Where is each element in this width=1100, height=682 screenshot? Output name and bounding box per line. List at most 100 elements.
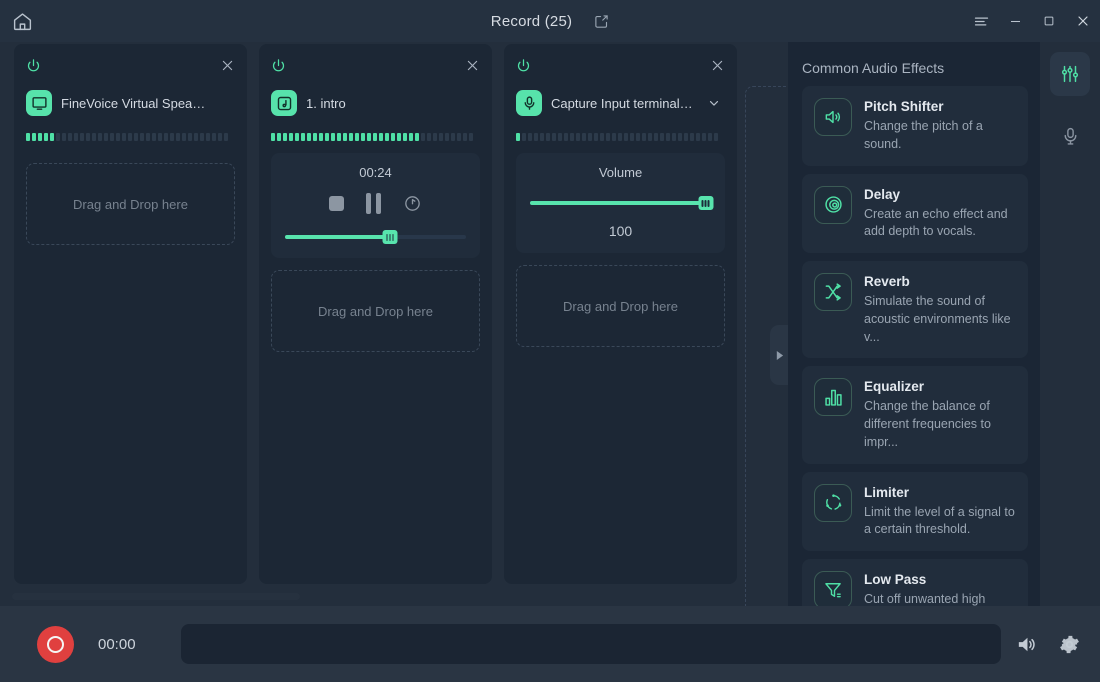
power-icon [272, 58, 285, 71]
monitor-speaker-icon-box [26, 90, 52, 116]
speaker-wave-icon [825, 110, 841, 124]
waveform-display[interactable] [180, 624, 1001, 664]
volume-button[interactable] [1015, 633, 1038, 656]
microphone-icon-box [516, 90, 542, 116]
close-icon [467, 60, 478, 70]
effect-item-equalizer[interactable]: Equalizer Change the balance of differen… [802, 366, 1028, 464]
panel-source-title: Capture Input terminal (F... [551, 95, 696, 111]
panel-source-title: FineVoice Virtual Speaker [61, 95, 206, 111]
right-rail [1040, 42, 1100, 606]
volume-value: 100 [608, 223, 633, 239]
edit-square-icon [595, 14, 608, 28]
edit-title-button[interactable] [594, 14, 609, 29]
slider-thumb[interactable] [698, 196, 714, 210]
title-bar: Record (25) [0, 0, 1100, 42]
bottom-bar: 00:00 [0, 606, 1100, 682]
slider-thumb[interactable] [382, 230, 398, 244]
source-panel-list: FineVoice Virtual Speaker Drag and Drop … [14, 44, 737, 584]
effect-text: Delay Create an echo effect and add dept… [864, 186, 1018, 242]
shuffle-arrows-icon-box [814, 273, 852, 311]
rail-button-microphone[interactable] [1050, 114, 1090, 158]
effect-item-delay[interactable]: Delay Create an echo effect and add dept… [802, 173, 1028, 253]
player-card: 00:24 [271, 153, 480, 258]
effect-name: Low Pass [864, 572, 927, 587]
record-icon [47, 635, 64, 653]
workspace: FineVoice Virtual Speaker Drag and Drop … [0, 42, 791, 626]
chevron-down-icon [709, 101, 719, 106]
panel-close-button[interactable] [465, 58, 480, 73]
transport-controls [285, 190, 466, 216]
effect-text: Pitch Shifter Change the pitch of a soun… [864, 98, 1018, 154]
drag-drop-zone[interactable]: Drag and Drop here [271, 270, 480, 352]
maximize-button[interactable] [1032, 0, 1066, 42]
panel-header [26, 54, 235, 76]
power-toggle-button[interactable] [516, 58, 531, 73]
loop-button[interactable] [403, 194, 422, 213]
effect-item-low-pass[interactable]: Low Pass Cut off unwanted high frequenci… [802, 559, 1028, 606]
power-toggle-button[interactable] [26, 58, 41, 73]
panel-source-title: 1. intro [306, 95, 346, 111]
minimize-icon [1010, 20, 1020, 22]
shuffle-arrows-icon [825, 283, 841, 301]
close-icon [712, 60, 723, 70]
close-icon [1078, 16, 1088, 26]
playback-time: 00:24 [359, 165, 392, 180]
loop-icon [405, 195, 420, 211]
effect-item-limiter[interactable]: Limiter Limit the level of a signal to a… [802, 471, 1028, 551]
source-panel: Capture Input terminal (F... Volume 100 … [504, 44, 737, 584]
equalizer-bars-icon-box [814, 378, 852, 417]
close-button[interactable] [1066, 0, 1100, 42]
gear-icon [1059, 635, 1079, 653]
drag-drop-zone[interactable]: Drag and Drop here [516, 265, 725, 347]
microphone-icon [524, 95, 534, 110]
menu-button[interactable] [964, 0, 998, 42]
panel-source-row: FineVoice Virtual Speaker [26, 90, 235, 116]
close-icon [222, 60, 233, 70]
pause-button[interactable] [366, 192, 381, 214]
page-title: Record (25) [490, 12, 573, 30]
audio-effects-sliders-icon [1061, 65, 1079, 83]
power-toggle-button[interactable] [271, 58, 286, 73]
effect-description: Limit the level of a signal to a certain… [864, 504, 1015, 537]
bottom-bar-icons [1015, 633, 1081, 656]
minimize-button[interactable] [998, 0, 1032, 42]
volume-icon [1018, 637, 1035, 651]
panel-close-button[interactable] [220, 58, 235, 73]
volume-label: Volume [598, 165, 643, 180]
effect-name: Delay [864, 186, 901, 202]
effect-name: Reverb [864, 274, 910, 289]
rail-button-audio-effects[interactable] [1050, 52, 1090, 96]
source-panel: FineVoice Virtual Speaker Drag and Drop … [14, 44, 247, 584]
stop-icon [329, 195, 344, 211]
effect-text: Low Pass Cut off unwanted high frequenci… [864, 571, 1018, 606]
panel-source-row: Capture Input terminal (F... [516, 90, 725, 116]
home-button[interactable] [0, 0, 44, 42]
record-timer: 00:00 [98, 635, 136, 653]
pause-icon [366, 192, 381, 214]
collapse-arrow-right-icon [776, 350, 783, 360]
limiter-circle-icon-box [814, 483, 852, 522]
stop-button[interactable] [329, 195, 344, 211]
monitor-speaker-icon [31, 96, 47, 110]
panel-close-button[interactable] [710, 58, 725, 73]
effect-text: Reverb Simulate the sound of acoustic en… [864, 273, 1018, 346]
spiral-echo-icon [824, 196, 842, 213]
source-dropdown-button[interactable] [707, 96, 721, 110]
effect-item-pitch-shifter[interactable]: Pitch Shifter Change the pitch of a soun… [802, 86, 1028, 166]
slider-fill [285, 235, 390, 239]
collapse-sidebar-button[interactable] [770, 325, 788, 385]
effect-text: Equalizer Change the balance of differen… [864, 378, 1018, 451]
horizontal-scrollbar[interactable] [12, 593, 300, 600]
settings-button[interactable] [1058, 633, 1081, 656]
effect-description: Simulate the sound of acoustic environme… [864, 294, 1011, 344]
drag-drop-zone[interactable]: Drag and Drop here [26, 163, 235, 245]
volume-slider[interactable] [530, 196, 714, 210]
music-file-icon-box [271, 90, 297, 116]
power-icon [517, 58, 530, 71]
effect-item-reverb[interactable]: Reverb Simulate the sound of acoustic en… [802, 261, 1028, 359]
record-button[interactable] [37, 625, 74, 663]
effect-text: Limiter Limit the level of a signal to a… [864, 484, 1018, 540]
music-file-icon [277, 96, 291, 110]
panel-header [271, 54, 480, 76]
playback-slider[interactable] [285, 230, 466, 244]
